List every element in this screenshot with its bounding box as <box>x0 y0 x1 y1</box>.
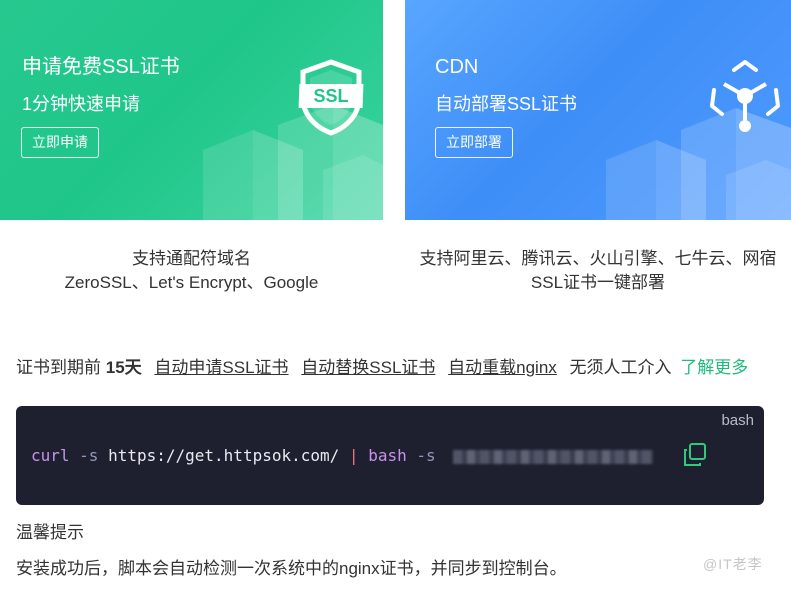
cdn-feature-line1: 支持阿里云、腾讯云、火山引擎、七牛云、网宿 <box>419 249 777 268</box>
auto-apply-link[interactable]: 自动申请SSL证书 <box>154 358 288 377</box>
info-days: 15天 <box>105 358 142 377</box>
deploy-now-button[interactable]: 立即部署 <box>435 127 513 158</box>
apply-now-button[interactable]: 立即申请 <box>21 127 99 158</box>
code-token-pipe: | <box>348 446 359 465</box>
ssl-badge-text: SSL <box>313 86 349 106</box>
cdn-feature-line2: SSL证书一键部署 <box>530 273 666 292</box>
redacted-token <box>453 449 654 464</box>
watermark: @IT老李 <box>703 556 763 572</box>
ssl-feature-line1: 支持通配符域名 <box>132 249 251 268</box>
copy-icon[interactable] <box>682 442 708 468</box>
cdn-network-icon <box>710 60 780 132</box>
install-command[interactable]: curl -s https://get.httpsok.com/ | bash … <box>31 444 654 468</box>
cdn-card-title: CDN <box>435 56 479 78</box>
code-token-curl: curl <box>31 446 70 465</box>
info-no-manual: 无须人工介入 <box>569 358 672 377</box>
learn-more-link[interactable]: 了解更多 <box>680 358 748 377</box>
auto-reload-link[interactable]: 自动重载nginx <box>448 358 557 377</box>
install-command-block: bash curl -s https://get.httpsok.com/ | … <box>16 406 764 505</box>
info-prefix: 证书到期前 <box>16 358 101 377</box>
cdn-card: CDN 自动部署SSL证书 立即部署 <box>405 0 791 220</box>
code-token-bash: bash <box>368 446 407 465</box>
code-token-flag-2: -s <box>416 446 436 465</box>
code-token-flag: -s <box>79 446 99 465</box>
tip-title: 温馨提示 <box>16 523 84 542</box>
cdn-card-subtitle: 自动部署SSL证书 <box>435 94 578 114</box>
code-token-url: https://get.httpsok.com/ <box>108 446 340 465</box>
ssl-feature-line2: ZeroSSL、Let's Encrypt、Google <box>64 273 319 292</box>
ssl-card-subtitle: 1分钟快速申请 <box>22 94 141 114</box>
code-language-label: bash <box>721 412 754 429</box>
ssl-feature-text: 支持通配符域名 ZeroSSL、Let's Encrypt、Google <box>0 247 383 295</box>
cdn-feature-text: 支持阿里云、腾讯云、火山引擎、七牛云、网宿 SSL证书一键部署 <box>405 247 791 295</box>
tip-text: 安装成功后，脚本会自动检测一次系统中的nginx证书，并同步到控制台。 <box>16 559 567 578</box>
ssl-card-title: 申请免费SSL证书 <box>22 56 180 78</box>
auto-replace-link[interactable]: 自动替换SSL证书 <box>301 358 435 377</box>
ssl-card: SSL 申请免费SSL证书 1分钟快速申请 立即申请 <box>0 0 383 220</box>
auto-renew-info: 证书到期前 15天 自动申请SSL证书 自动替换SSL证书 自动重载nginx … <box>16 356 748 380</box>
